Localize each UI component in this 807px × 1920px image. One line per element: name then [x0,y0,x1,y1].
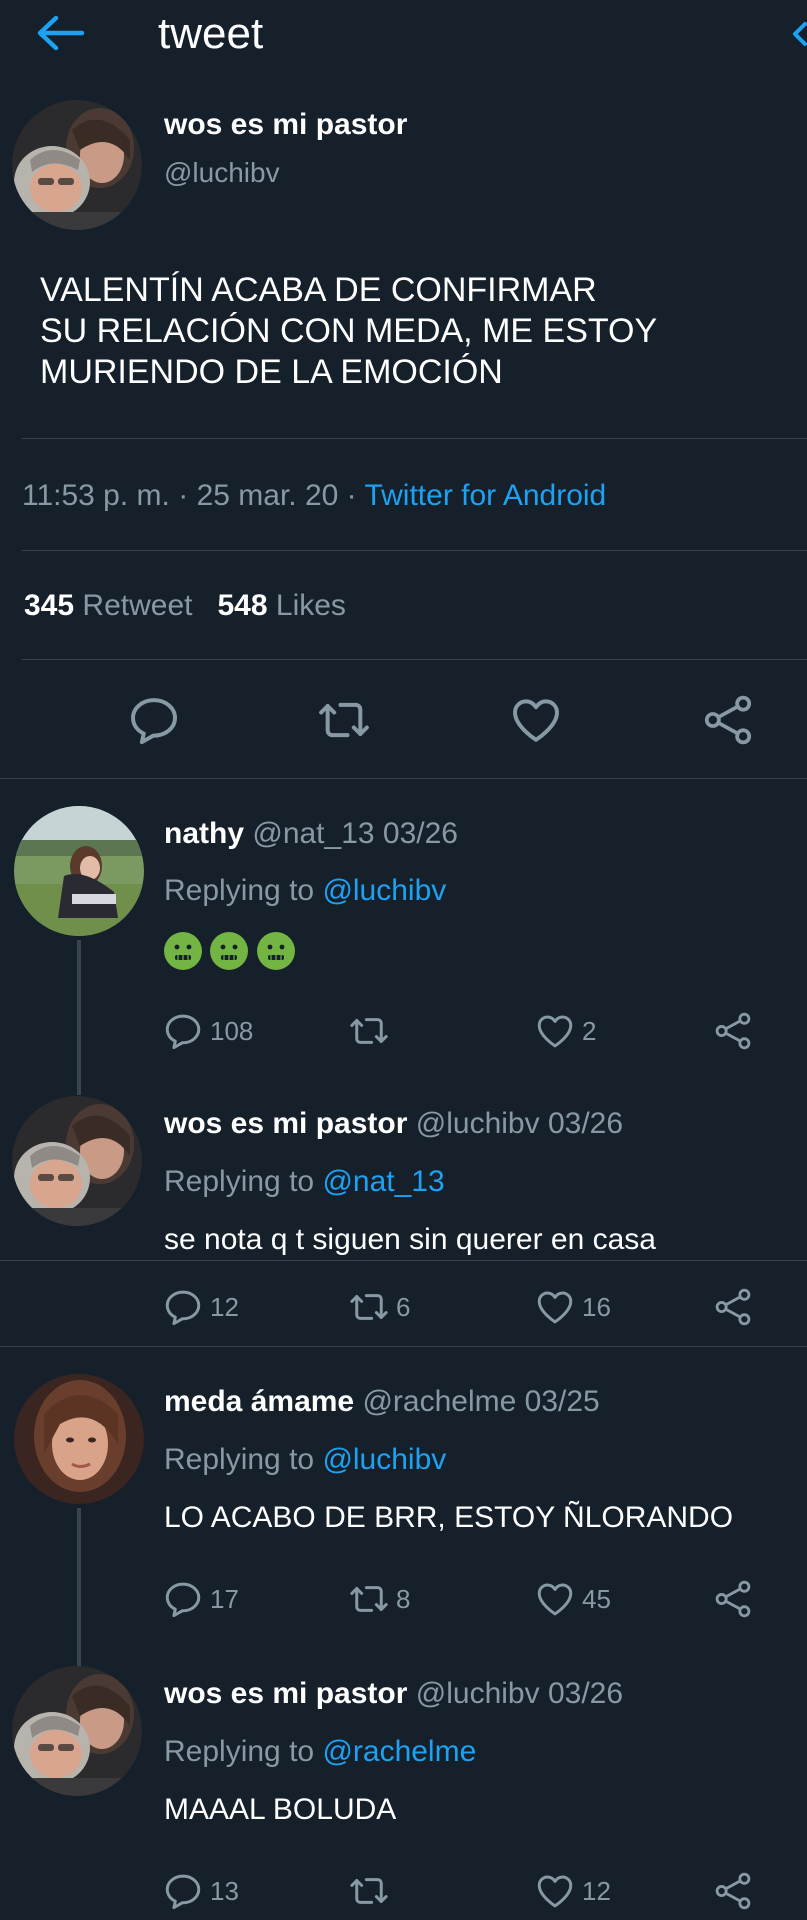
reply-date: 03/26 [547,1677,624,1710]
nauseated-emoji-icon [256,932,295,970]
reply-header: nathy @nat_13 03/26 [164,816,458,852]
share-icon[interactable] [712,1282,754,1332]
reply-text: LO ACABO DE BRR, ESTOY ÑLORANDO [164,1501,734,1534]
reply-text: se nota q t siguen sin querer en casa [164,1223,656,1256]
like-label[interactable]: Likes [276,589,346,622]
retweet-icon[interactable] [316,692,372,748]
reply-icon[interactable]: 12 [162,1282,239,1332]
reply-author-handle[interactable]: @luchibv [416,1107,540,1140]
retweet-icon[interactable]: 6 [348,1282,410,1332]
reply-date: 03/26 [382,817,458,850]
like-icon[interactable] [508,692,564,748]
tweet-text: VALENTÍN ACABA DE CONFIRMAR SU RELACIÓN … [40,271,658,391]
share-icon[interactable] [712,1574,754,1624]
reply-icon[interactable]: 108 [162,1006,253,1056]
reply-text [164,932,299,975]
reply-author-name[interactable]: meda ámame [164,1385,354,1418]
reply-text: MAAAL BOLUDA [164,1793,397,1826]
like-icon[interactable]: 16 [534,1282,611,1332]
avatar[interactable] [12,100,142,230]
reply-actions: 108 2 [162,1006,762,1056]
nauseated-emoji-icon [210,932,249,970]
retweet-icon[interactable] [348,1006,396,1056]
reply-icon[interactable]: 13 [162,1866,239,1916]
reply-icon[interactable] [126,692,182,748]
retweet-label[interactable]: Retweet [82,589,192,622]
replying-to: Replying to @luchibv [164,874,447,907]
replying-to: Replying to @nat_13 [164,1165,445,1198]
mention-link[interactable]: @luchibv [322,1443,446,1476]
like-count[interactable]: 548 [217,589,267,622]
tweet-date: 25 mar. 20 [196,479,339,512]
reply-actions: 17 8 45 [162,1574,762,1624]
tweet-meta: 11:53 p. m. · 25 mar. 20 · Twitter for A… [22,479,607,512]
reply-date: 03/26 [547,1107,624,1140]
like-icon[interactable]: 2 [534,1006,596,1056]
author-name[interactable]: wos es mi pastor [164,107,407,143]
reply-author-handle[interactable]: @luchibv [416,1677,540,1710]
back-arrow-icon[interactable] [30,8,90,58]
like-icon[interactable]: 12 [534,1866,611,1916]
reply-author-name[interactable]: nathy [164,817,244,850]
share-icon[interactable] [700,692,756,748]
avatar[interactable] [12,1096,142,1226]
reply-author-name[interactable]: wos es mi pastor [164,1107,407,1140]
share-icon[interactable] [712,1006,754,1056]
mention-link[interactable]: @luchibv [322,874,446,907]
tweet-source[interactable]: Twitter for Android [364,479,606,512]
reply-actions: 12 6 16 [162,1282,762,1332]
retweet-count[interactable]: 345 [24,589,74,622]
reply-header: wos es mi pastor @luchibv 03/26 [164,1676,623,1712]
reply-author-handle[interactable]: @nat_13 [252,817,374,850]
mention-link[interactable]: @rachelme [322,1735,476,1768]
reply-header: meda ámame @rachelme 03/25 [164,1384,600,1420]
mention-link[interactable]: @nat_13 [322,1165,444,1198]
retweet-icon[interactable]: 8 [348,1574,410,1624]
author-handle[interactable]: @luchibv [164,156,280,190]
tweet-stats: 345 Retweet 548 Likes [24,588,346,624]
avatar[interactable] [14,1374,144,1504]
reply-actions: 13 12 [162,1866,762,1916]
avatar[interactable] [14,806,144,936]
retweet-icon[interactable] [348,1866,396,1916]
reply-header: wos es mi pastor @luchibv 03/26 [164,1106,623,1142]
reply-icon[interactable]: 17 [162,1574,239,1624]
like-icon[interactable]: 45 [534,1574,611,1624]
page-title: tweet [158,9,264,58]
more-icon[interactable] [793,10,807,60]
replying-to: Replying to @rachelme [164,1735,477,1768]
reply-date: 03/25 [524,1385,600,1418]
nauseated-emoji-icon [164,932,202,970]
share-icon[interactable] [712,1866,754,1916]
tweet-time: 11:53 p. m. [22,479,170,512]
reply-author-name[interactable]: wos es mi pastor [164,1677,407,1710]
reply-author-handle[interactable]: @rachelme [362,1385,516,1418]
avatar[interactable] [12,1666,142,1796]
replying-to: Replying to @luchibv [164,1443,447,1476]
